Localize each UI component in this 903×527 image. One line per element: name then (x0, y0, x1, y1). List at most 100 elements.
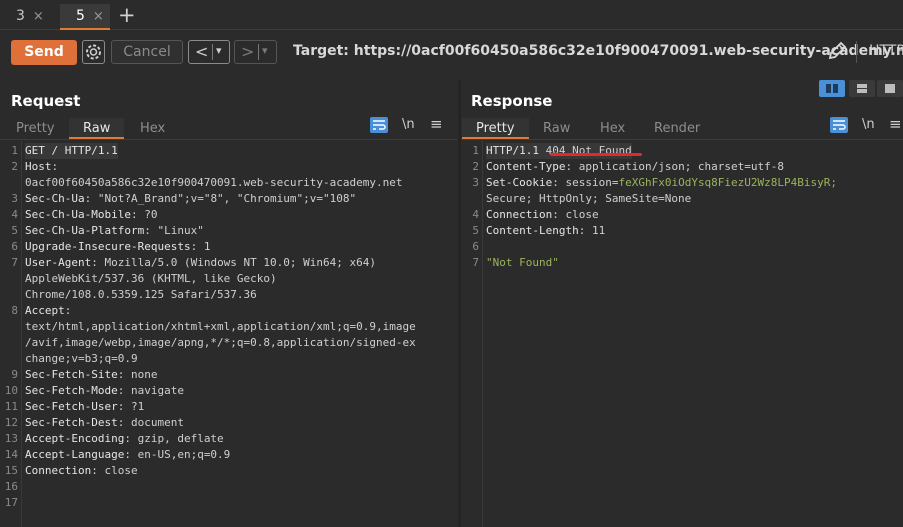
header-value: : Mozilla/5.0 (Windows NT 10.0; Win64; x… (91, 256, 377, 269)
line-number: 11 (4, 400, 18, 413)
wrap-icon (833, 120, 846, 130)
response-panel: Response Pretty Raw Hex Render \n ≡ 1 HTT… (461, 80, 903, 527)
header-value: change;v=b3;q=0.9 (25, 352, 138, 365)
header-name: Connection (25, 464, 92, 477)
annotation-underline (550, 153, 642, 156)
line-number: 3 (11, 192, 18, 205)
header-name: Content-Length (486, 224, 579, 237)
newline-toggle[interactable]: \n (862, 117, 875, 132)
back-button[interactable]: < ▾ (188, 40, 230, 64)
header-name: Sec-Fetch-Dest (25, 416, 118, 429)
line-content: Content-Type: application/json; charset=… (486, 159, 784, 175)
response-editor[interactable]: 1 HTTP/1.1 404 Not Found 2 Content-Type: ap… (461, 141, 903, 527)
tab-pretty[interactable]: Pretty (16, 118, 55, 139)
line-number: 6 (472, 240, 479, 253)
tab-raw[interactable]: Raw (69, 118, 125, 139)
line-content: GET / HTTP/1.1 (25, 143, 118, 159)
tab-label: 3 (16, 8, 25, 24)
header-value: : 11 (578, 224, 606, 237)
line-number: 1 (11, 144, 18, 157)
header-value: : close (91, 464, 138, 477)
cancel-button[interactable]: Cancel (111, 40, 183, 64)
header-value: AppleWebKit/537.36 (KHTML, like Gecko) (25, 272, 277, 285)
divider (212, 44, 213, 60)
header-value: : "Not?A_Brand";v="8", "Chromium";v="108… (84, 192, 357, 205)
divider (856, 41, 857, 63)
tab-raw[interactable]: Raw (543, 118, 570, 139)
header-name: Sec-Ch-Ua-Platform (25, 224, 145, 237)
line-content: Sec-Fetch-Mode: navigate (25, 383, 184, 399)
header-name: Sec-Ch-Ua-Mobile (25, 208, 131, 221)
line-content: change;v=b3;q=0.9 (25, 351, 138, 367)
tab-render[interactable]: Render (654, 118, 700, 139)
line-content: Sec-Ch-Ua-Mobile: ?0 (25, 207, 157, 223)
word-wrap-button[interactable] (830, 117, 848, 133)
line-number: 5 (472, 224, 479, 237)
line-number: 6 (11, 240, 18, 253)
send-button[interactable]: Send (11, 40, 77, 65)
line-content: Upgrade-Insecure-Requests: 1 (25, 239, 210, 255)
header-value: : "Linux" (144, 224, 204, 237)
line-number: 1 (472, 144, 479, 157)
line-content: /avif,image/webp,image/apng,*/*;q=0.8,ap… (25, 335, 416, 351)
newline-toggle[interactable]: \n (402, 117, 415, 132)
line-number: 4 (472, 208, 479, 221)
chevron-down-icon[interactable]: ▾ (262, 44, 268, 57)
line-content: Connection: close (486, 207, 599, 223)
line-content: Accept-Encoding: gzip, deflate (25, 431, 224, 447)
line-content: Content-Length: 11 (486, 223, 605, 239)
line-number: 2 (472, 160, 479, 173)
line-number: 17 (4, 496, 18, 509)
header-value: : en-US,en;q=0.9 (124, 448, 231, 461)
tab-strip: 3 × 5 × + (0, 0, 903, 30)
forward-button[interactable]: > ▾ (234, 40, 277, 64)
edit-target-button[interactable] (826, 40, 848, 66)
line-content: Set-Cookie: session=feXGhFx0iOdYsq8FiezU… (486, 175, 837, 191)
tab-pretty[interactable]: Pretty (462, 118, 529, 139)
header-value: : none (117, 368, 158, 381)
json-string: "Not Found" (486, 256, 559, 269)
close-icon[interactable]: × (93, 9, 104, 24)
tab-hex[interactable]: Hex (140, 118, 165, 139)
line-number: 5 (11, 224, 18, 237)
divider (461, 139, 903, 140)
line-number: 4 (11, 208, 18, 221)
header-name: Accept (25, 304, 65, 317)
tab-3[interactable]: 3 × (0, 4, 50, 30)
line-content: text/html,application/xhtml+xml,applicat… (25, 319, 416, 335)
target-url: Target: https://0acf00f60450a586c32e10f9… (293, 43, 903, 59)
menu-icon[interactable]: ≡ (430, 115, 443, 133)
line-content: Sec-Fetch-Site: none (25, 367, 157, 383)
header-name: Sec-Fetch-Site (25, 368, 118, 381)
header-value: : navigate (117, 384, 184, 397)
word-wrap-button[interactable] (370, 117, 388, 133)
response-title: Response (471, 92, 553, 110)
line-number: 10 (4, 384, 18, 397)
divider (0, 139, 457, 140)
chevron-down-icon[interactable]: ▾ (216, 44, 222, 57)
line-number: 2 (11, 160, 18, 173)
header-name: GET / HTTP/1.1 (25, 144, 118, 157)
add-tab-icon[interactable]: + (118, 2, 136, 28)
line-content: Connection: close (25, 463, 138, 479)
settings-button[interactable] (82, 40, 105, 64)
header-value: : ?1 (117, 400, 145, 413)
tab-label: 5 (76, 8, 85, 24)
header-value: : gzip, deflate (124, 432, 224, 445)
header-value: : application/json; charset=utf-8 (565, 160, 785, 173)
header-name: Upgrade-Insecure-Requests (25, 240, 191, 253)
close-icon[interactable]: × (33, 9, 44, 24)
line-number: 9 (11, 368, 18, 381)
request-editor[interactable]: 1 GET / HTTP/1.1 2 Host: 0acf00f60450a586c32… (0, 141, 457, 527)
tab-5[interactable]: 5 × (60, 4, 110, 30)
header-name: Accept-Language (25, 448, 125, 461)
http-version-label[interactable]: HTTP (869, 43, 903, 59)
line-content: 0acf00f60450a586c32e10f900470091.web-sec… (25, 175, 403, 191)
menu-icon[interactable]: ≡ (889, 115, 902, 133)
tab-hex[interactable]: Hex (600, 118, 625, 139)
divider (258, 44, 259, 60)
header-value: : (51, 160, 59, 173)
line-number: 15 (4, 464, 18, 477)
line-number: 8 (11, 304, 18, 317)
header-name: HTTP/1.1 (486, 144, 546, 157)
